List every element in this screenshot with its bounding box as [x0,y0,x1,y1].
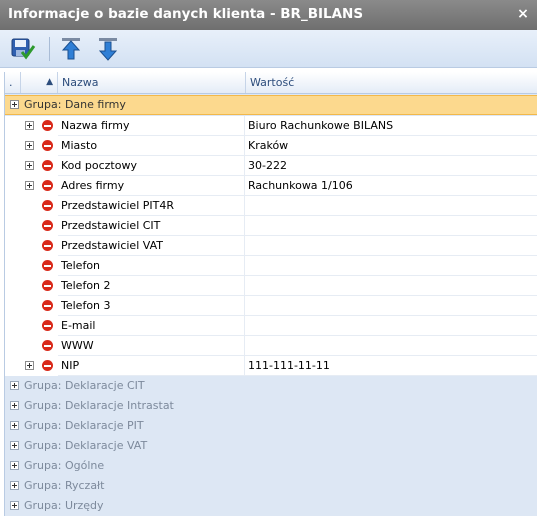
group-row-dane-firmy[interactable]: Grupa: Dane firmy [5,95,537,115]
no-entry-icon [42,360,53,371]
group-label: Grupa: Dane firmy [24,98,126,111]
client-database-info-window: Informacje o bazie danych klienta - BR_B… [0,0,537,516]
property-name: Przedstawiciel VAT [61,236,245,256]
property-name: Przedstawiciel PIT4R [61,196,245,216]
expand-icon[interactable] [25,361,34,370]
property-row[interactable]: Przedstawiciel CIT [5,216,537,236]
window-title: Informacje o bazie danych klienta - BR_B… [8,6,364,22]
no-entry-icon [42,120,53,131]
property-name: Adres firmy [61,176,245,196]
property-value[interactable]: Rachunkowa 1/106 [248,176,537,196]
toolbar [0,30,537,68]
group-label: Grupa: Deklaracje VAT [24,439,148,452]
expand-icon[interactable] [10,481,19,490]
property-name: Telefon 3 [61,296,245,316]
group-label: Grupa: Deklaracje CIT [24,379,145,392]
property-row[interactable]: Przedstawiciel PIT4R [5,196,537,216]
no-entry-icon [42,200,53,211]
sort-arrow-icon[interactable]: ▲ [21,72,58,93]
expand-icon[interactable] [10,461,19,470]
move-down-button[interactable] [94,34,122,62]
property-name: Telefon 2 [61,276,245,296]
property-value[interactable] [248,236,537,256]
no-entry-icon [42,280,53,291]
collapse-icon[interactable] [10,100,19,109]
expand-icon[interactable] [25,121,34,130]
expand-icon[interactable] [10,501,19,510]
property-name: Telefon [61,256,245,276]
property-name: Kod pocztowy [61,156,245,176]
no-entry-icon [42,240,53,251]
property-value[interactable] [248,296,537,316]
property-value[interactable] [248,196,537,216]
no-entry-icon [42,260,53,271]
group-row[interactable]: Grupa: Deklaracje CIT [5,376,537,396]
value-column-header[interactable]: Wartość [246,72,537,93]
property-name: E-mail [61,316,245,336]
property-name: Przedstawiciel CIT [61,216,245,236]
property-value[interactable] [248,316,537,336]
dot-column-header: . [5,72,21,93]
group-row[interactable]: Grupa: Deklaracje PIT [5,416,537,436]
group-label: Grupa: Ryczałt [24,479,105,492]
no-entry-icon [42,300,53,311]
group-label: Grupa: Deklaracje Intrastat [24,399,174,412]
property-row[interactable]: Adres firmy Rachunkowa 1/106 [5,176,537,196]
group-label: Grupa: Urzędy [24,499,104,512]
property-row[interactable]: Telefon 2 [5,276,537,296]
property-name: Miasto [61,136,245,156]
group-row[interactable]: Grupa: Deklaracje Intrastat [5,396,537,416]
expand-icon[interactable] [25,161,34,170]
move-up-button[interactable] [57,34,85,62]
group-row[interactable]: Grupa: Ogólne [5,456,537,476]
expand-icon[interactable] [10,421,19,430]
property-row[interactable]: NIP 111-111-11-11 [5,356,537,376]
property-value[interactable] [248,336,537,356]
title-bar: Informacje o bazie danych klienta - BR_B… [0,0,537,30]
no-entry-icon [42,160,53,171]
no-entry-icon [42,220,53,231]
property-value[interactable]: Kraków [248,136,537,156]
no-entry-icon [42,180,53,191]
property-value[interactable]: 111-111-11-11 [248,356,537,376]
expand-icon[interactable] [10,401,19,410]
properties-grid: . ▲ Nazwa Wartość Grupa: Dane firmy Nazw… [4,72,537,516]
close-icon[interactable]: × [515,6,531,22]
property-row[interactable]: E-mail [5,316,537,336]
property-row[interactable]: WWW [5,336,537,356]
group-label: Grupa: Ogólne [24,459,105,472]
name-column-header[interactable]: Nazwa [58,72,246,93]
no-entry-icon [42,320,53,331]
group-row[interactable]: Grupa: Urzędy [5,496,537,516]
property-row[interactable]: Nazwa firmy Biuro Rachunkowe BILANS [5,116,537,136]
property-value[interactable] [248,276,537,296]
save-icon [11,38,36,60]
group-label: Grupa: Deklaracje PIT [24,419,144,432]
property-value[interactable] [248,256,537,276]
property-row[interactable]: Telefon [5,256,537,276]
expand-icon[interactable] [10,441,19,450]
property-row[interactable]: Kod pocztowy 30-222 [5,156,537,176]
arrow-up-icon [61,38,81,60]
group-row[interactable]: Grupa: Ryczałt [5,476,537,496]
property-value[interactable]: 30-222 [248,156,537,176]
property-row[interactable]: Telefon 3 [5,296,537,316]
save-button[interactable] [8,34,36,62]
grid-header: . ▲ Nazwa Wartość [5,72,537,94]
property-row[interactable]: Miasto Kraków [5,136,537,156]
no-entry-icon [42,140,53,151]
property-name: NIP [61,356,245,376]
no-entry-icon [42,340,53,351]
expand-icon[interactable] [25,141,34,150]
toolbar-separator [49,37,50,61]
property-value[interactable] [248,216,537,236]
arrow-down-icon [98,38,118,61]
property-row[interactable]: Przedstawiciel VAT [5,236,537,256]
property-name: WWW [61,336,245,356]
expand-icon[interactable] [10,381,19,390]
expand-icon[interactable] [25,181,34,190]
property-value[interactable]: Biuro Rachunkowe BILANS [248,116,537,136]
group-row[interactable]: Grupa: Deklaracje VAT [5,436,537,456]
property-name: Nazwa firmy [61,116,245,136]
